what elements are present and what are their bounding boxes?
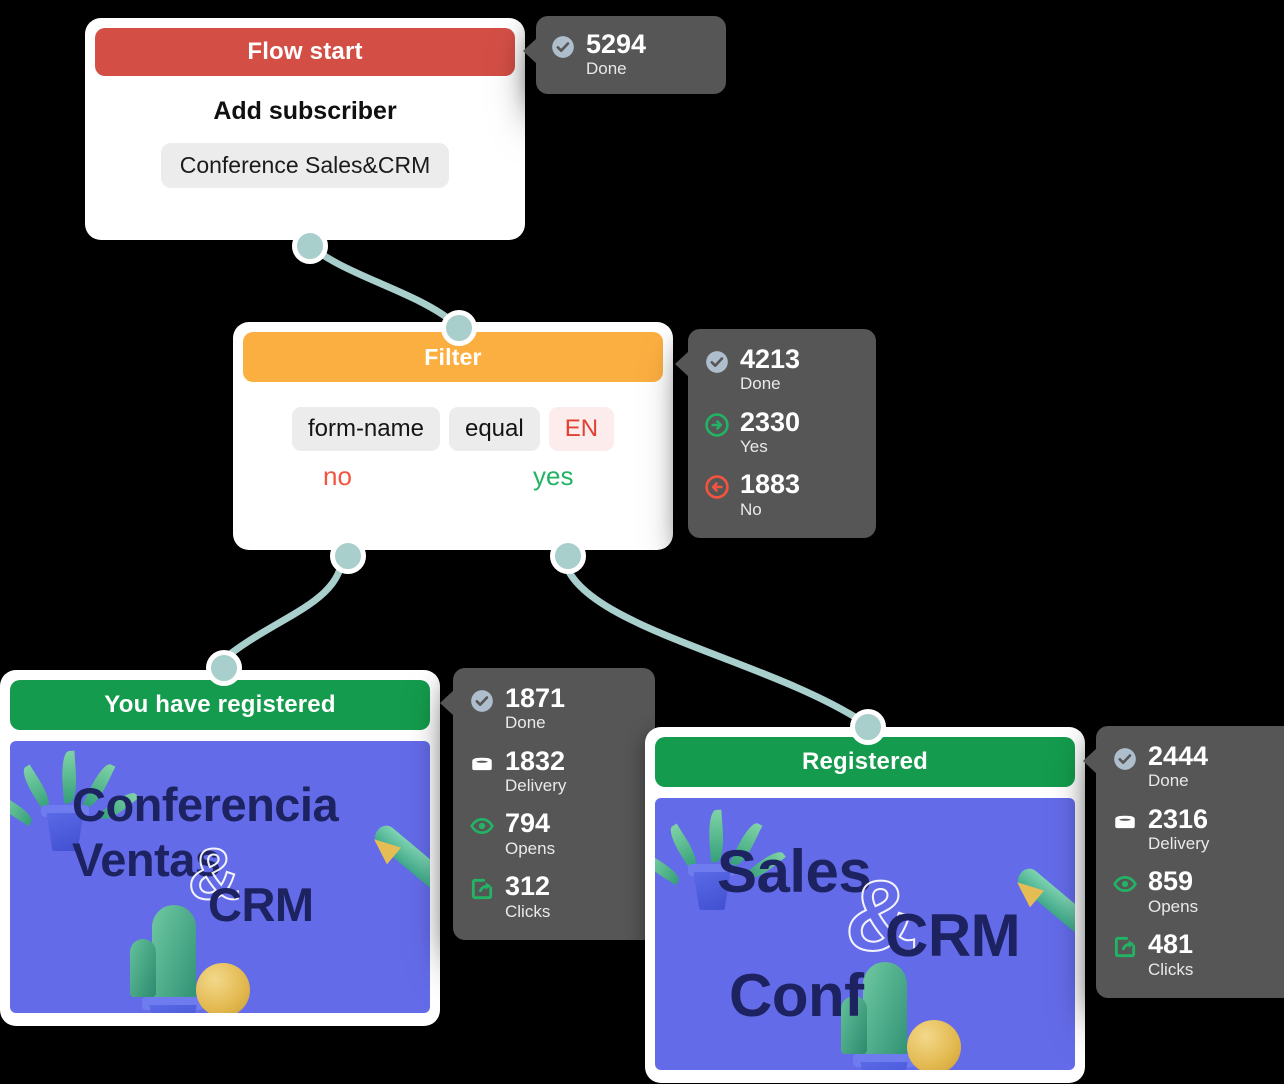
stat-label: Clicks	[505, 901, 551, 921]
stat-label: No	[740, 499, 762, 519]
connector-dot-filter-in[interactable]	[441, 310, 477, 346]
stat-value: 2330	[740, 406, 801, 437]
stat-value: 5294	[586, 29, 647, 59]
node-flow-start-chip-row: Conference Sales&CRM	[85, 143, 525, 188]
stat-item: 4213 Done	[704, 345, 860, 395]
email-preview-line-1: Conferencia	[72, 778, 339, 831]
arrow-right-circle-icon	[704, 412, 730, 438]
stat-text-group: 794 Opens	[505, 809, 555, 859]
connector-dot-filter-no-out[interactable]	[330, 538, 366, 574]
stat-label: Done	[1148, 771, 1189, 791]
stat-text-group: 2444 Done	[1148, 742, 1208, 792]
connector-dot-filter-yes-out[interactable]	[550, 538, 586, 574]
subscriber-list-chip[interactable]: Conference Sales&CRM	[160, 143, 450, 188]
stat-text-group: 1883 No	[740, 470, 800, 520]
stat-item: 859 Opens	[1112, 867, 1282, 917]
node-flow-start-header: Flow start	[95, 28, 515, 76]
node-email-left[interactable]: You have registered Conferencia Ventas &…	[0, 670, 440, 1026]
email-preview-line-2: CRM	[885, 902, 1021, 969]
stat-value: 859	[1148, 866, 1194, 897]
stat-item: 1883 No	[704, 470, 860, 520]
eye-icon	[1112, 871, 1138, 897]
connector-dot-flowstart-out[interactable]	[292, 228, 328, 264]
stat-value: 2316	[1148, 803, 1209, 834]
email-preview-line-3: Conf	[729, 962, 864, 1029]
node-flow-start-title: Add subscriber	[213, 97, 397, 125]
stat-label: Yes	[740, 437, 768, 457]
node-flow-start[interactable]: Flow start Add subscriber Conference Sal…	[85, 18, 525, 240]
stat-value: 481	[1148, 929, 1194, 960]
stat-value: 2444	[1148, 741, 1209, 771]
flow-canvas: Flow start Add subscriber Conference Sal…	[0, 0, 1284, 1084]
stat-item: 2444 Done	[1112, 742, 1282, 792]
stat-item: 1871 Done	[469, 684, 639, 734]
check-circle-icon	[1112, 746, 1138, 772]
email-preview-left[interactable]: Conferencia Ventas & CRM	[10, 741, 430, 1013]
email-preview-right[interactable]: Sales & CRM Conf	[655, 798, 1075, 1070]
node-email-left-header: You have registered	[10, 680, 430, 730]
stat-value: 1871	[505, 683, 566, 713]
filter-value-chip[interactable]: EN	[548, 407, 615, 451]
eye-icon	[469, 813, 495, 839]
stat-text-group: 312 Clicks	[505, 872, 550, 922]
stat-item: 2330 Yes	[704, 406, 860, 458]
stat-label: Delivery	[1148, 834, 1210, 854]
check-circle-icon	[469, 688, 495, 714]
stats-panel-email-right: 2444 Done 2316 Delivery 859 Opens 481 Cl…	[1083, 726, 1284, 998]
stat-item: 2316 Delivery	[1112, 803, 1282, 855]
stat-text-group: 859 Opens	[1148, 867, 1198, 917]
share-click-icon	[1112, 934, 1138, 960]
filter-operator-chip[interactable]: equal	[448, 407, 540, 451]
stat-text-group: 5294 Done	[586, 30, 646, 80]
filter-condition-row: form-name equal EN	[233, 407, 673, 451]
stat-label: Done	[586, 59, 627, 79]
stat-item: 312 Clicks	[469, 872, 639, 922]
stats-panel-filter: 4213 Done 2330 Yes 1883 No	[675, 329, 876, 539]
envelope-icon	[469, 751, 495, 777]
stat-item: 481 Clicks	[1112, 930, 1282, 980]
filter-branch-row: no yes	[233, 461, 673, 505]
stat-text-group: 1832 Delivery	[505, 745, 567, 797]
check-circle-icon	[704, 349, 730, 375]
email-preview-line-3: CRM	[208, 878, 314, 931]
stat-value: 4213	[740, 344, 801, 374]
stat-label: Done	[505, 713, 546, 733]
share-click-icon	[469, 876, 495, 902]
stat-text-group: 4213 Done	[740, 345, 800, 395]
stat-text-group: 2330 Yes	[740, 406, 801, 458]
stat-value: 1832	[505, 745, 566, 776]
stat-text-group: 1871 Done	[505, 684, 565, 734]
stat-value: 1883	[740, 469, 801, 500]
pencil-illustration	[362, 799, 430, 894]
stat-label: Done	[740, 374, 781, 394]
connector-dot-email-right-in[interactable]	[850, 709, 886, 745]
node-filter[interactable]: Filter form-name equal EN no yes	[233, 322, 673, 550]
filter-branch-no-label: no	[323, 461, 352, 491]
stats-panel-email-left: 1871 Done 1832 Delivery 794 Opens 312 Cl…	[440, 668, 655, 940]
connector-dot-email-left-in[interactable]	[206, 650, 242, 686]
check-circle-icon	[550, 34, 576, 60]
edge-filter-no-to-email-left	[215, 547, 347, 667]
stat-item: 5294 Done	[550, 30, 710, 80]
filter-field-chip[interactable]: form-name	[291, 407, 440, 451]
stats-panel-flow-start: 5294 Done	[523, 16, 726, 94]
envelope-icon	[1112, 809, 1138, 835]
stat-value: 794	[505, 808, 551, 839]
stat-text-group: 481 Clicks	[1148, 930, 1193, 980]
stat-text-group: 2316 Delivery	[1148, 803, 1210, 855]
stat-label: Opens	[1148, 896, 1199, 916]
stat-value: 312	[505, 871, 551, 902]
edge-flowstart-to-filter	[301, 237, 458, 327]
stat-item: 794 Opens	[469, 809, 639, 859]
stat-item: 1832 Delivery	[469, 745, 639, 797]
stat-label: Opens	[505, 838, 556, 858]
node-email-right[interactable]: Registered Sales & CRM Conf	[645, 727, 1085, 1083]
stat-label: Clicks	[1148, 959, 1194, 979]
stat-label: Delivery	[505, 776, 567, 796]
arrow-left-circle-icon	[704, 474, 730, 500]
filter-branch-yes-label: yes	[533, 461, 574, 491]
